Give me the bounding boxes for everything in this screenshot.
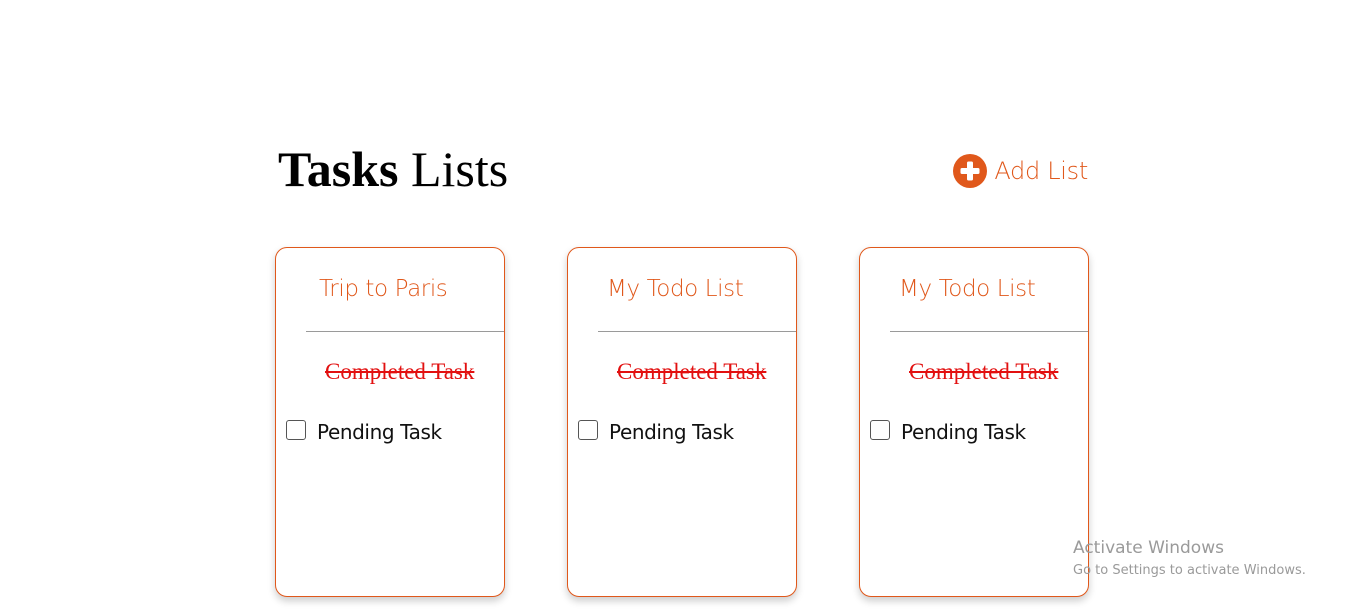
task-list-card: My Todo List Completed Task Pending Task	[859, 247, 1089, 597]
completed-task[interactable]: Completed Task	[617, 359, 766, 385]
add-list-label: Add List	[994, 157, 1088, 185]
list-title: My Todo List	[607, 276, 744, 302]
task-checkbox[interactable]	[578, 419, 598, 440]
pending-task-row: Pending Task	[870, 415, 1026, 444]
add-list-button[interactable]: Add List	[953, 154, 1088, 188]
pending-task[interactable]: Pending Task	[317, 420, 442, 444]
completed-task[interactable]: Completed Task	[909, 359, 1058, 385]
pending-task[interactable]: Pending Task	[901, 420, 1026, 444]
page-title: Tasks Lists	[278, 140, 508, 198]
pending-task-row: Pending Task	[578, 415, 734, 444]
task-list-card: Trip to Paris Completed Task Pending Tas…	[275, 247, 505, 597]
page-title-rest: Lists	[410, 141, 509, 197]
list-divider	[306, 331, 504, 332]
page-header: Tasks Lists Add List	[278, 140, 1090, 200]
task-list-card: My Todo List Completed Task Pending Task	[567, 247, 797, 597]
list-title: Trip to Paris	[319, 276, 448, 302]
list-title: My Todo List	[899, 276, 1036, 302]
list-divider	[598, 331, 796, 332]
completed-task[interactable]: Completed Task	[325, 359, 474, 385]
watermark-subtitle: Go to Settings to activate Windows.	[1073, 563, 1306, 578]
plus-circle-icon	[953, 154, 988, 188]
activate-windows-watermark: Activate Windows Go to Settings to activ…	[1073, 538, 1306, 581]
watermark-title: Activate Windows	[1073, 538, 1224, 558]
task-checkbox[interactable]	[870, 419, 890, 440]
page-title-bold: Tasks	[278, 141, 399, 197]
pending-task-row: Pending Task	[286, 415, 442, 444]
task-checkbox[interactable]	[286, 419, 306, 440]
pending-task[interactable]: Pending Task	[609, 420, 734, 444]
list-divider	[890, 331, 1088, 332]
